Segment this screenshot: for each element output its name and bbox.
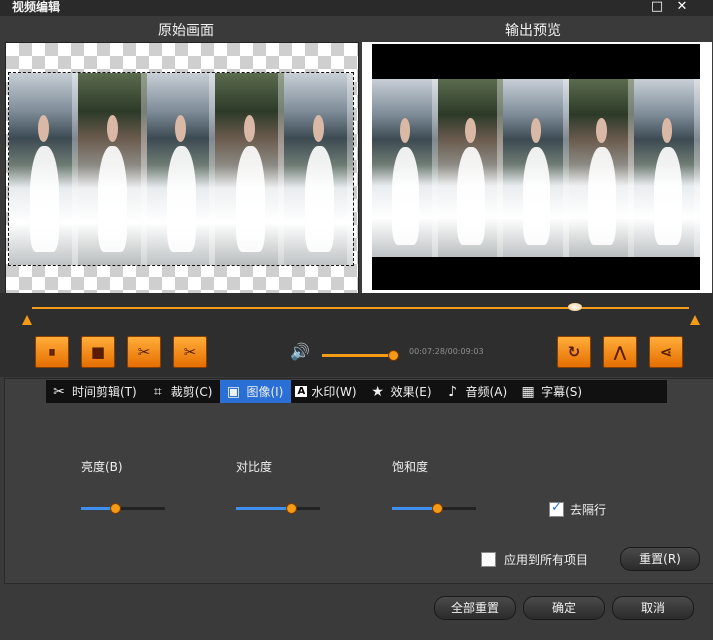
original-preview-label: 原始画面	[158, 23, 214, 39]
rotate-button[interactable]: ↻	[557, 336, 591, 368]
apply-to-all-label: 应用到所有项目	[504, 553, 589, 567]
tab-watermark[interactable]: A 水印(W)	[291, 380, 364, 403]
brightness-label: 亮度(B)	[81, 460, 123, 474]
tab-crop[interactable]: ⌗ 裁剪(C)	[145, 380, 221, 403]
cut-button[interactable]: ✂	[127, 336, 161, 368]
brightness-slider-thumb[interactable]	[109, 503, 121, 514]
saturation-slider-thumb[interactable]	[431, 503, 443, 514]
output-preview-pane	[362, 42, 712, 293]
volume-icon[interactable]: 🔊	[290, 342, 310, 361]
video-frame-tile	[9, 73, 78, 265]
video-frame-tile	[568, 79, 635, 257]
close-button[interactable]: ✕	[672, 0, 692, 14]
video-frame-tile	[503, 79, 569, 257]
contrast-label: 对比度	[236, 460, 273, 474]
volume-slider-thumb[interactable]	[388, 350, 399, 361]
tab-time-trim[interactable]: ✂ 时间剪辑(T)	[46, 380, 145, 403]
pause-button[interactable]: ⏸	[35, 336, 69, 368]
video-frame-tile	[437, 79, 504, 257]
video-frame-tile	[215, 73, 285, 265]
image-icon: ▣	[226, 383, 241, 400]
title-bar	[0, 0, 713, 16]
original-preview-pane	[5, 42, 359, 295]
contrast-slider[interactable]	[236, 507, 320, 510]
scissors-icon: ✂	[53, 383, 65, 400]
reset-all-button[interactable]: 全部重置	[434, 596, 516, 620]
tab-effects[interactable]: ★ 效果(E)	[365, 380, 440, 403]
tab-audio[interactable]: ♪ 音频(A)	[440, 380, 516, 403]
crop-icon: ⌗	[153, 383, 162, 400]
output-video	[372, 44, 700, 290]
video-frame-tile	[372, 79, 438, 257]
video-frame-tile	[146, 73, 216, 265]
split-button[interactable]: ✂	[173, 336, 207, 368]
stop-button[interactable]: ■	[81, 336, 115, 368]
end-marker-icon[interactable]	[690, 315, 700, 325]
timeline-playhead[interactable]	[568, 303, 582, 311]
window-title: 视频编辑	[12, 0, 61, 14]
time-display: 00:07:28/00:09:03	[409, 347, 484, 356]
timeline-track[interactable]	[32, 307, 689, 309]
text-watermark-icon: A	[295, 386, 308, 397]
star-icon: ★	[371, 383, 384, 400]
ok-button[interactable]: 确定	[523, 596, 605, 620]
apply-to-all-checkbox[interactable]	[481, 552, 496, 567]
saturation-label: 饱和度	[392, 460, 429, 474]
video-frame-tile	[284, 73, 353, 265]
output-preview-label: 输出预览	[505, 23, 561, 39]
start-marker-icon[interactable]	[22, 315, 32, 325]
flip-vertical-button[interactable]: ⋀	[603, 336, 637, 368]
music-note-icon: ♪	[448, 383, 458, 400]
maximize-button[interactable]: □	[647, 0, 667, 14]
edit-tabs: ✂ 时间剪辑(T) ⌗ 裁剪(C) ▣ 图像(I) A 水印(W) ★ 效果(E) ♪ 音频…	[46, 380, 667, 403]
contrast-slider-thumb[interactable]	[285, 503, 297, 514]
video-frame-tile	[77, 73, 147, 265]
film-icon: ▦	[521, 383, 535, 400]
video-frame-tile	[634, 79, 700, 257]
deinterlace-label: 去隔行	[570, 503, 607, 517]
brightness-slider[interactable]	[81, 507, 165, 510]
tab-image[interactable]: ▣ 图像(I)	[220, 380, 292, 403]
edit-settings-panel	[4, 378, 713, 584]
cancel-button[interactable]: 取消	[612, 596, 694, 620]
volume-slider[interactable]	[322, 354, 394, 357]
tab-subtitles[interactable]: ▦ 字幕(S)	[515, 380, 590, 403]
flip-horizontal-button[interactable]: ⋖	[649, 336, 683, 368]
deinterlace-checkbox[interactable]	[549, 500, 564, 517]
reset-button[interactable]: 重置(R)	[620, 547, 700, 571]
crop-frame[interactable]	[8, 72, 354, 266]
